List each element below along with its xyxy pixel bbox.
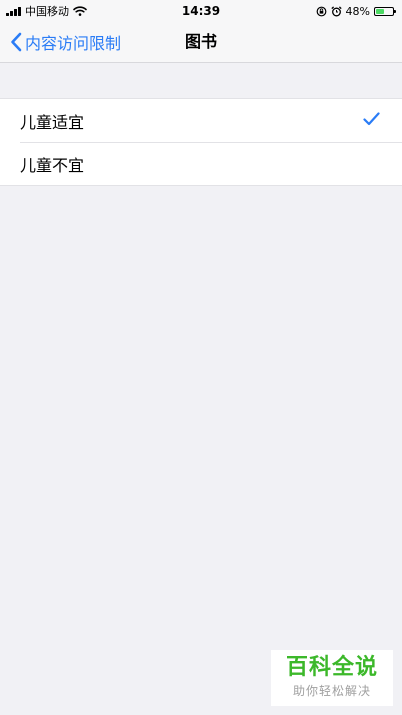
status-bar: 中国移动 14:39 48% bbox=[0, 0, 402, 22]
battery-icon bbox=[374, 6, 396, 16]
battery-fill bbox=[376, 8, 384, 14]
alarm-icon bbox=[330, 5, 342, 16]
watermark-title: 百科全说 bbox=[285, 655, 378, 680]
list-item-label: 儿童适宜 bbox=[20, 112, 85, 132]
back-button[interactable]: 内容访问限制 bbox=[10, 22, 121, 62]
battery-percent: 48% bbox=[345, 4, 370, 18]
list-item-label: 儿童不宜 bbox=[20, 155, 85, 175]
orientation-lock-icon bbox=[316, 6, 326, 16]
watermark-subtitle: 助你轻松解决 bbox=[292, 684, 371, 698]
back-button-label: 内容访问限制 bbox=[25, 34, 122, 53]
checkmark-icon bbox=[363, 112, 380, 126]
list-item-children-unsuitable[interactable]: 儿童不宜 bbox=[0, 142, 402, 185]
list-item-children-suitable[interactable]: 儿童适宜 bbox=[0, 99, 402, 142]
chevron-left-icon bbox=[11, 32, 22, 52]
rating-list: 儿童适宜 儿童不宜 bbox=[0, 98, 402, 186]
navigation-bar: 内容访问限制 图书 bbox=[0, 22, 402, 63]
status-right: 48% bbox=[316, 0, 396, 22]
watermark-logo: 百科全说 助你轻松解决 bbox=[271, 650, 393, 706]
